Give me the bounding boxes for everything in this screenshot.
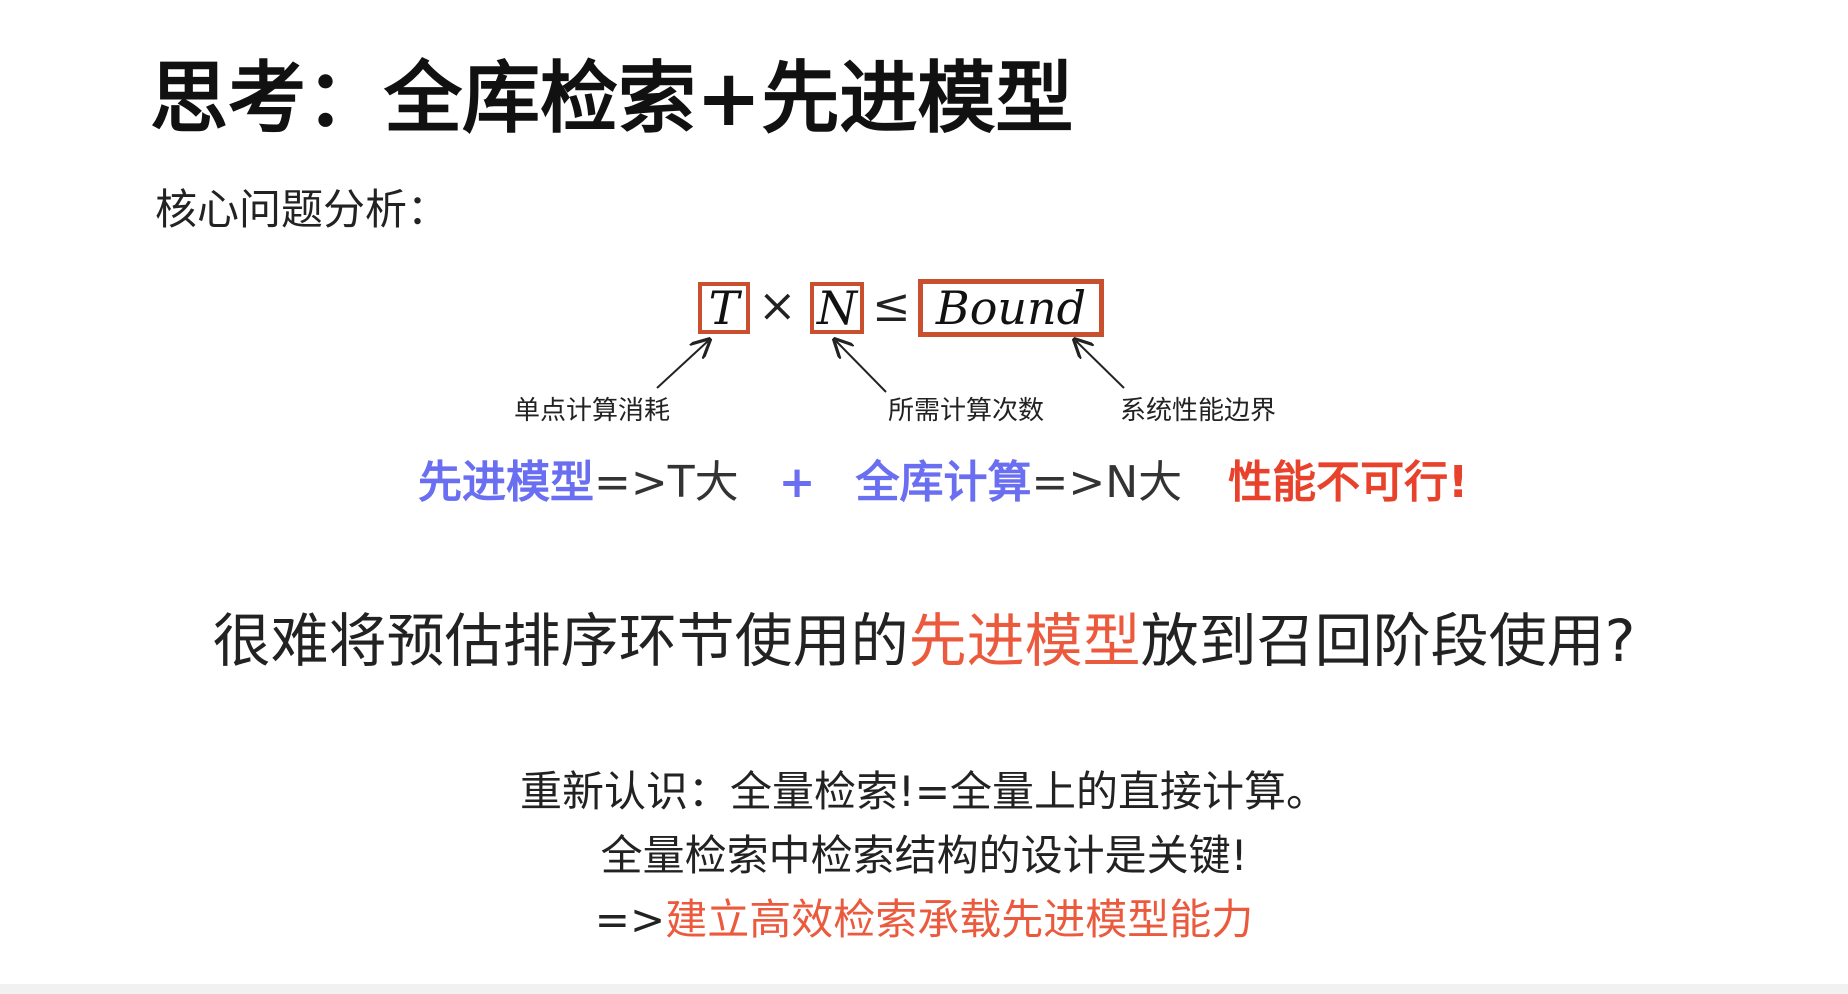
bound-annotation-label: 系统性能边界 bbox=[1120, 396, 1277, 426]
question-highlight: 先进模型 bbox=[908, 607, 1141, 675]
n-large-text: =>N大 bbox=[1031, 457, 1183, 508]
conclusion-arrow: => bbox=[594, 895, 666, 944]
analysis-line: 先进模型=>T大 + 全库计算=>N大 性能不可行! bbox=[418, 446, 1468, 510]
conclusion-line-1: 重新认识：全量检索!=全量上的直接计算。 bbox=[519, 767, 1329, 816]
question-suffix: 放到召回阶段使用? bbox=[1140, 607, 1636, 675]
formula-term-t-box: T bbox=[698, 282, 750, 334]
n-annotation-label: 所需计算次数 bbox=[888, 396, 1045, 426]
advanced-model-highlight: 先进模型 bbox=[418, 457, 594, 508]
formula: T × N ≤ Bound bbox=[0, 270, 1848, 350]
formula-term-bound-box: Bound bbox=[918, 279, 1104, 337]
formula-leq-operator: ≤ bbox=[872, 278, 911, 332]
plus-sign: + bbox=[778, 457, 816, 508]
section-label: 核心问题分析： bbox=[155, 185, 450, 234]
full-library-highlight: 全库计算 bbox=[855, 457, 1032, 508]
conclusion-line-3: =>建立高效检索承载先进模型能力 bbox=[0, 886, 1848, 947]
bottom-bar bbox=[0, 984, 1848, 994]
conclusion-highlight: 建立高效检索承载先进模型能力 bbox=[665, 895, 1254, 944]
t-large-text: =>T大 bbox=[594, 457, 739, 508]
performance-verdict: 性能不可行! bbox=[1228, 457, 1469, 508]
conclusion-line-2: 全量检索中检索结构的设计是关键! bbox=[600, 831, 1248, 880]
question-prefix: 很难将预估排序环节使用的 bbox=[212, 607, 909, 675]
t-annotation-label: 单点计算消耗 bbox=[514, 396, 671, 426]
key-question: 很难将预估排序环节使用的先进模型放到召回阶段使用? bbox=[0, 594, 1848, 678]
formula-times-operator: × bbox=[758, 278, 797, 332]
formula-term-n-box: N bbox=[810, 282, 864, 334]
slide-title: 思考：全库检索+先进模型 bbox=[150, 54, 1074, 144]
